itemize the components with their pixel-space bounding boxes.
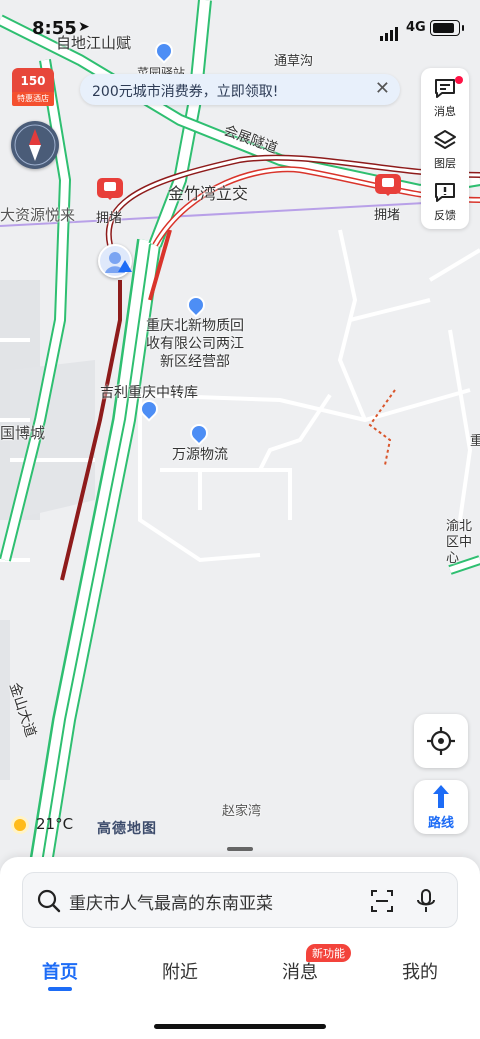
tab-home[interactable]: 首页 — [20, 958, 100, 984]
hotel-price: 150 — [12, 68, 54, 94]
feedback-label: 反馈 — [434, 209, 456, 222]
search-input[interactable]: 重庆市人气最高的东南亚菜 — [69, 889, 273, 914]
poi-label[interactable]: 万源物流 — [172, 444, 228, 464]
map-label: 金竹湾立交 — [168, 184, 249, 203]
map-label: 大资源悦来 — [0, 206, 76, 224]
notification-dot — [455, 76, 463, 84]
bottom-tab-bar: 首页 附近 消息 新功能 我的 — [0, 944, 480, 995]
search-icon — [37, 889, 61, 913]
new-feature-badge: 新功能 — [306, 944, 351, 962]
scan-icon[interactable] — [369, 888, 395, 914]
brand-logo: 高德地图 — [97, 821, 157, 837]
congestion-label: 拥堵 — [96, 211, 123, 226]
hotel-label: 特惠酒店 — [12, 92, 54, 106]
active-tab-indicator — [48, 987, 72, 991]
route-button[interactable]: 路线 — [414, 780, 468, 834]
tab-nearby[interactable]: 附近 — [140, 958, 220, 984]
close-icon[interactable]: ✕ — [375, 78, 390, 99]
congestion-icon[interactable] — [97, 178, 123, 200]
congestion-label: 拥堵 — [374, 208, 401, 223]
battery-icon — [430, 20, 464, 36]
poi-label[interactable]: 重庆北新物质回收有限公司两江新区经营部 — [145, 317, 245, 371]
sheet-drag-handle[interactable] — [227, 847, 253, 851]
hotel-deal-badge[interactable]: 150 特惠酒店 — [12, 68, 54, 108]
status-bar: 8:55 ➤ 4G — [0, 0, 480, 56]
map-label: 重庆 — [470, 434, 480, 449]
temperature: 21°C — [36, 815, 74, 833]
feedback-button[interactable]: 反馈 — [421, 176, 469, 226]
status-time: 8:55 — [32, 18, 77, 39]
signal-icon — [380, 22, 400, 41]
map-label: 赵家湾 — [222, 804, 262, 819]
compass-icon[interactable] — [11, 121, 59, 169]
messages-button[interactable]: 消息 — [421, 72, 469, 122]
feedback-icon — [435, 183, 455, 202]
message-icon — [435, 79, 455, 98]
microphone-icon[interactable] — [413, 888, 439, 914]
map-toolbox: 消息 图层 反馈 — [421, 68, 469, 229]
map-label: 国博城 — [0, 424, 46, 442]
heading-arrow-icon — [118, 260, 132, 272]
congestion-icon[interactable] — [375, 174, 401, 196]
home-indicator[interactable] — [154, 1024, 326, 1029]
locate-icon — [427, 727, 455, 755]
banner-text[interactable]: 200元城市消费券，立即领取! — [92, 81, 278, 101]
search-bar[interactable]: 重庆市人气最高的东南亚菜 — [22, 872, 458, 928]
route-label: 路线 — [427, 816, 454, 831]
map-label: 渝北区中心 — [446, 519, 473, 566]
network-type: 4G — [406, 20, 426, 35]
layers-button[interactable]: 图层 — [421, 124, 469, 174]
tab-profile[interactable]: 我的 — [380, 958, 460, 984]
layers-icon — [434, 130, 456, 149]
route-arrow-icon — [433, 785, 449, 808]
locate-button[interactable] — [414, 714, 468, 768]
weather-widget[interactable]: 21°C — [14, 815, 73, 833]
location-arrow-icon: ➤ — [78, 19, 90, 35]
voucher-banner[interactable]: 200元城市消费券，立即领取! ✕ — [80, 74, 400, 105]
sun-icon — [14, 818, 26, 831]
layers-label: 图层 — [434, 157, 456, 170]
messages-label: 消息 — [434, 105, 456, 118]
